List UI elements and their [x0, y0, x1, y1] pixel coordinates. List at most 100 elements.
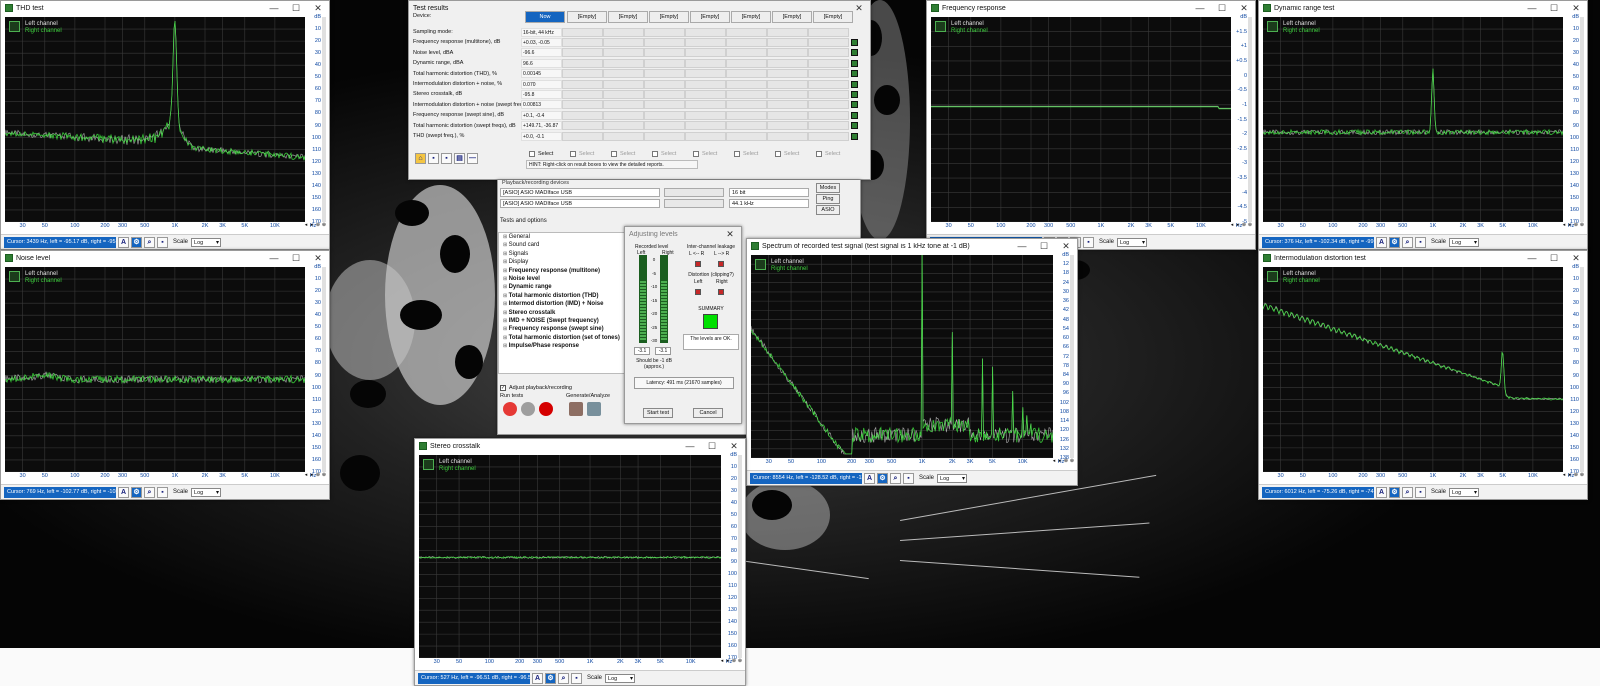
- title-bar[interactable]: Frequency response — ☐ ✕: [927, 1, 1255, 15]
- zoom-out-icon[interactable]: ⊕: [1579, 222, 1585, 229]
- result-empty-cell[interactable]: [685, 58, 726, 68]
- scale-select[interactable]: Log: [937, 473, 968, 483]
- result-empty-cell[interactable]: [808, 89, 849, 99]
- result-empty-cell[interactable]: [808, 69, 849, 79]
- title-bar[interactable]: Intermodulation distortion test — ☐ ✕: [1259, 251, 1587, 265]
- result-column-header[interactable]: [Empty]: [690, 11, 730, 23]
- plot-area[interactable]: Left channel Right channel: [1263, 17, 1563, 222]
- save-icon[interactable]: ▪: [157, 236, 168, 248]
- graph-icon[interactable]: [851, 49, 858, 57]
- zoom-out-icon[interactable]: ⊕: [321, 472, 327, 479]
- settings-icon[interactable]: ⚙: [877, 472, 888, 484]
- vertical-scrollbar[interactable]: [322, 267, 326, 472]
- result-empty-cell[interactable]: [644, 121, 685, 131]
- result-empty-cell[interactable]: [603, 37, 644, 47]
- result-empty-cell[interactable]: [726, 69, 767, 79]
- zoom-icon[interactable]: ⌕: [144, 486, 155, 498]
- result-empty-cell[interactable]: [726, 131, 767, 141]
- result-empty-cell[interactable]: [685, 110, 726, 120]
- result-value[interactable]: 0.070: [521, 79, 562, 89]
- result-column-header[interactable]: [Empty]: [567, 11, 607, 23]
- close-icon[interactable]: ✕: [723, 439, 745, 453]
- plot-area[interactable]: Left channel Right channel: [931, 17, 1231, 222]
- save-icon[interactable]: ▪: [571, 672, 582, 684]
- minimize-icon[interactable]: —: [1189, 1, 1211, 15]
- save-icon[interactable]: ▪: [1415, 236, 1426, 248]
- result-empty-cell[interactable]: [726, 58, 767, 68]
- minimize-icon[interactable]: —: [679, 439, 701, 453]
- result-column-header[interactable]: [Empty]: [608, 11, 648, 23]
- result-empty-cell[interactable]: [644, 37, 685, 47]
- result-empty-cell[interactable]: [644, 100, 685, 110]
- report-icon[interactable]: ▤: [454, 153, 465, 164]
- maximize-icon[interactable]: ☐: [1543, 1, 1565, 15]
- minimize-icon[interactable]: —: [263, 251, 285, 265]
- result-empty-cell[interactable]: [767, 37, 808, 47]
- result-empty-cell[interactable]: [685, 27, 726, 37]
- vertical-scrollbar[interactable]: [322, 17, 326, 222]
- tree-item[interactable]: Dynamic range: [499, 283, 627, 291]
- stop-button[interactable]: [503, 402, 517, 416]
- result-empty-cell[interactable]: [685, 131, 726, 141]
- graph-icon[interactable]: [851, 38, 858, 46]
- zoom-icon[interactable]: ⌕: [1402, 486, 1413, 498]
- result-empty-cell[interactable]: [726, 48, 767, 58]
- result-empty-cell[interactable]: [808, 79, 849, 89]
- result-value[interactable]: -95.8: [521, 89, 562, 99]
- maximize-icon[interactable]: ☐: [1211, 1, 1233, 15]
- zoom-out-icon[interactable]: ⊕: [321, 222, 327, 229]
- result-column-header[interactable]: [Empty]: [731, 11, 771, 23]
- vertical-scrollbar[interactable]: [1248, 17, 1252, 222]
- asio-button[interactable]: ASIO: [816, 205, 840, 215]
- graph-icon[interactable]: [851, 90, 858, 98]
- close-icon[interactable]: ✕: [1565, 1, 1587, 15]
- plot-area[interactable]: Left channel Right channel: [751, 255, 1053, 458]
- result-empty-cell[interactable]: [603, 58, 644, 68]
- clear-icon[interactable]: —: [467, 153, 478, 164]
- thd-test-window[interactable]: THD test — ☐ ✕ Left channel Right channel dB 10…: [0, 0, 330, 250]
- zoom-out-icon[interactable]: ⊕: [1579, 472, 1585, 479]
- result-empty-cell[interactable]: [603, 79, 644, 89]
- result-empty-cell[interactable]: [644, 110, 685, 120]
- stereo-crosstalk-window[interactable]: Stereo crosstalk — ☐ ✕ Left channel Right cha…: [414, 438, 746, 686]
- result-empty-cell[interactable]: [767, 48, 808, 58]
- title-bar[interactable]: Noise level — ☐ ✕: [1, 251, 329, 265]
- font-icon[interactable]: A: [118, 486, 129, 498]
- result-empty-cell[interactable]: [808, 131, 849, 141]
- settings-icon[interactable]: ⚙: [1389, 236, 1400, 248]
- select-checkbox[interactable]: Select: [570, 151, 594, 157]
- select-checkbox[interactable]: Select: [734, 151, 758, 157]
- result-empty-cell[interactable]: [808, 58, 849, 68]
- result-empty-cell[interactable]: [685, 37, 726, 47]
- result-empty-cell[interactable]: [808, 110, 849, 120]
- close-icon[interactable]: ✕: [719, 227, 741, 241]
- result-value[interactable]: 16-bit, 44 kHz: [521, 27, 562, 37]
- font-icon[interactable]: A: [1376, 236, 1387, 248]
- graph-icon[interactable]: [851, 132, 858, 140]
- imd-test-window[interactable]: Intermodulation distortion test — ☐ ✕ Left c…: [1258, 250, 1588, 500]
- close-icon[interactable]: ✕: [307, 1, 329, 15]
- tree-item[interactable]: Frequency response (swept sine): [499, 325, 627, 333]
- open-icon[interactable]: ⌂: [415, 153, 426, 164]
- tree-item[interactable]: Intermod distortion (IMD) + Noise: [499, 300, 627, 308]
- maximize-icon[interactable]: ☐: [701, 439, 723, 453]
- result-empty-cell[interactable]: [685, 121, 726, 131]
- result-empty-cell[interactable]: [562, 69, 603, 79]
- zoom-icon[interactable]: ⌕: [144, 236, 155, 248]
- tree-item[interactable]: Signals: [499, 250, 627, 258]
- result-empty-cell[interactable]: [644, 69, 685, 79]
- result-empty-cell[interactable]: [808, 37, 849, 47]
- tree-item[interactable]: Total harmonic distortion (set of tones): [499, 334, 627, 342]
- ping-button[interactable]: Ping: [816, 194, 840, 204]
- result-empty-cell[interactable]: [562, 58, 603, 68]
- graph-icon[interactable]: [851, 59, 858, 67]
- scale-select[interactable]: Log: [605, 673, 636, 683]
- result-value[interactable]: +0.1, -0.4: [521, 110, 562, 120]
- result-empty-cell[interactable]: [562, 100, 603, 110]
- result-empty-cell[interactable]: [767, 100, 808, 110]
- scale-select[interactable]: Log: [1117, 237, 1148, 247]
- result-empty-cell[interactable]: [726, 27, 767, 37]
- modes-button[interactable]: Modes: [816, 183, 840, 193]
- result-empty-cell[interactable]: [603, 69, 644, 79]
- settings-icon[interactable]: ⚙: [131, 486, 142, 498]
